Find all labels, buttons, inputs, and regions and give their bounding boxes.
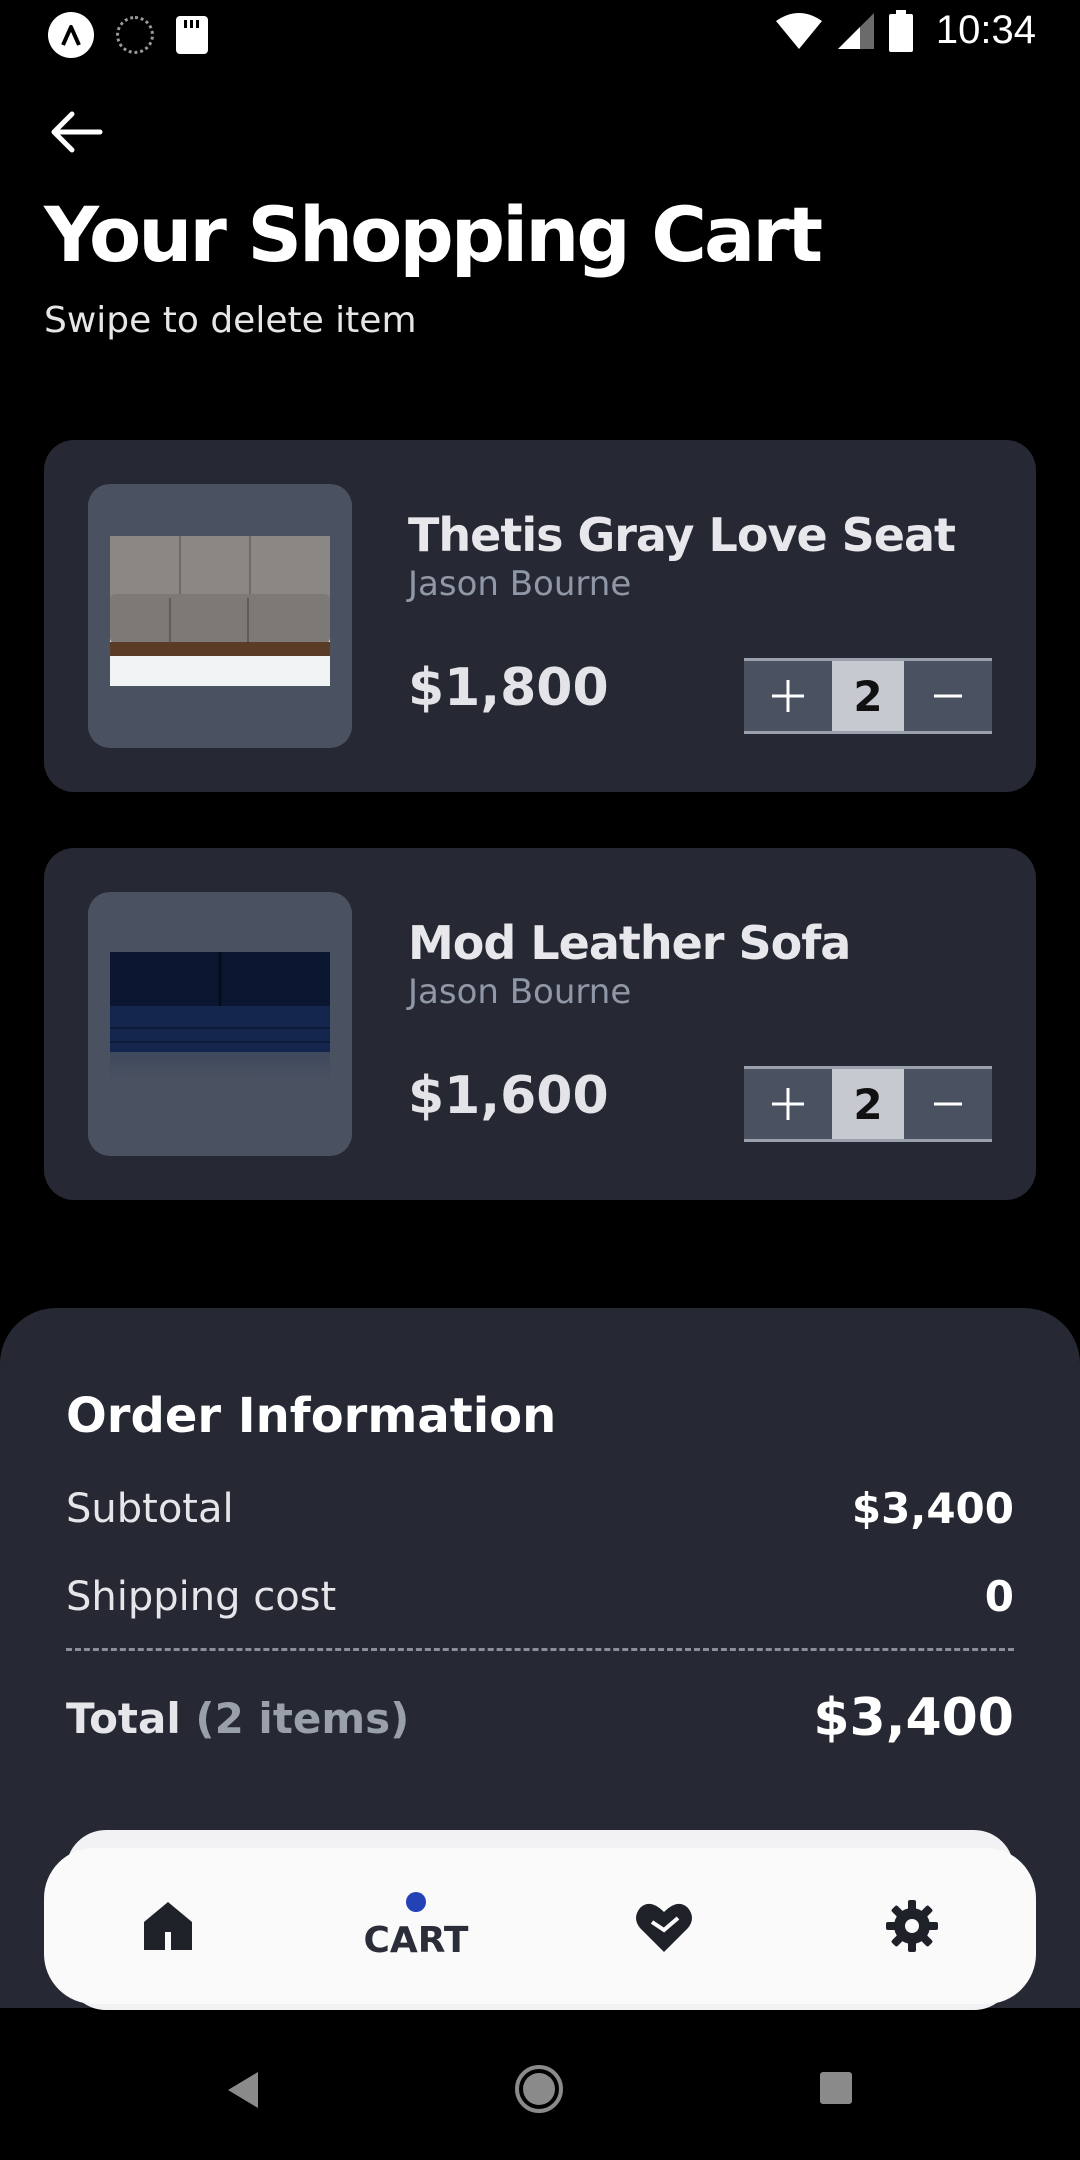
circle-home-icon: [515, 2065, 563, 2113]
subtotal-row: Subtotal $3,400: [66, 1484, 1014, 1533]
arrow-left-icon: [51, 111, 103, 153]
nav-home[interactable]: [78, 1866, 258, 1986]
page-title: Your Shopping Cart: [44, 190, 823, 279]
product-price: $1,600: [408, 1066, 609, 1126]
quantity-value: 2: [832, 1069, 904, 1139]
plus-icon: [772, 1088, 804, 1120]
total-label: Total: [66, 1693, 181, 1743]
gray-sofa-image: [110, 536, 330, 686]
gear-icon: [886, 1900, 938, 1952]
nav-cart-label: CART: [363, 1919, 469, 1961]
battery-icon: [888, 9, 913, 52]
minus-icon: [934, 694, 962, 698]
system-navigation-bar: [0, 2028, 1080, 2160]
nav-cart[interactable]: CART: [326, 1866, 506, 1986]
minus-icon: [934, 1102, 962, 1106]
decrement-button[interactable]: [904, 661, 992, 731]
total-label-group: Total (2 items): [66, 1694, 409, 1743]
nav-settings[interactable]: [822, 1866, 1002, 1986]
total-value: $3,400: [813, 1688, 1014, 1748]
nav-favorites[interactable]: [574, 1866, 754, 1986]
divider: [66, 1648, 1014, 1651]
increment-button[interactable]: [744, 661, 832, 731]
system-home-button[interactable]: [512, 2062, 566, 2120]
cart-item[interactable]: Mod Leather Sofa Jason Bourne $1,600 2: [44, 848, 1036, 1200]
product-image[interactable]: [88, 484, 352, 748]
square-recents-icon: [820, 2072, 852, 2104]
signal-icon: [837, 12, 874, 49]
shipping-value: 0: [984, 1572, 1014, 1621]
product-name: Thetis Gray Love Seat: [408, 508, 956, 562]
decrement-button[interactable]: [904, 1069, 992, 1139]
back-button[interactable]: [44, 100, 108, 164]
status-bar: 10:34: [0, 0, 1080, 66]
plus-icon: [772, 680, 804, 712]
product-name: Mod Leather Sofa: [408, 916, 851, 970]
bottom-navigation: CART: [44, 1848, 1036, 2004]
quantity-stepper: 2: [744, 658, 992, 734]
shipping-row: Shipping cost 0: [66, 1572, 1014, 1621]
shipping-label: Shipping cost: [66, 1573, 337, 1620]
heart-icon: [636, 1903, 692, 1952]
total-row: Total (2 items) $3,400: [66, 1688, 1014, 1748]
wifi-icon: [775, 12, 822, 49]
order-title: Order Information: [66, 1388, 557, 1444]
loading-icon: [116, 16, 154, 54]
system-back-button[interactable]: [222, 2068, 262, 2116]
quantity-value: 2: [832, 661, 904, 731]
cart-item[interactable]: Thetis Gray Love Seat Jason Bourne $1,80…: [44, 440, 1036, 792]
quantity-stepper: 2: [744, 1066, 992, 1142]
subtotal-value: $3,400: [851, 1484, 1014, 1533]
triangle-back-icon: [228, 2072, 258, 2108]
product-image[interactable]: [88, 892, 352, 1156]
system-recents-button[interactable]: [818, 2070, 854, 2110]
page-subtitle: Swipe to delete item: [44, 300, 417, 341]
active-indicator-dot: [406, 1891, 426, 1912]
app-logo-icon: [48, 12, 94, 58]
increment-button[interactable]: [744, 1069, 832, 1139]
total-item-count: (2 items): [195, 1693, 410, 1743]
status-time: 10:34: [935, 8, 1036, 52]
subtotal-label: Subtotal: [66, 1485, 234, 1532]
product-price: $1,800: [408, 658, 609, 718]
navy-sofa-image: [110, 952, 330, 1082]
product-seller: Jason Bourne: [408, 972, 632, 1012]
home-icon: [144, 1902, 192, 1950]
product-seller: Jason Bourne: [408, 564, 632, 604]
sd-card-icon: [176, 16, 208, 54]
